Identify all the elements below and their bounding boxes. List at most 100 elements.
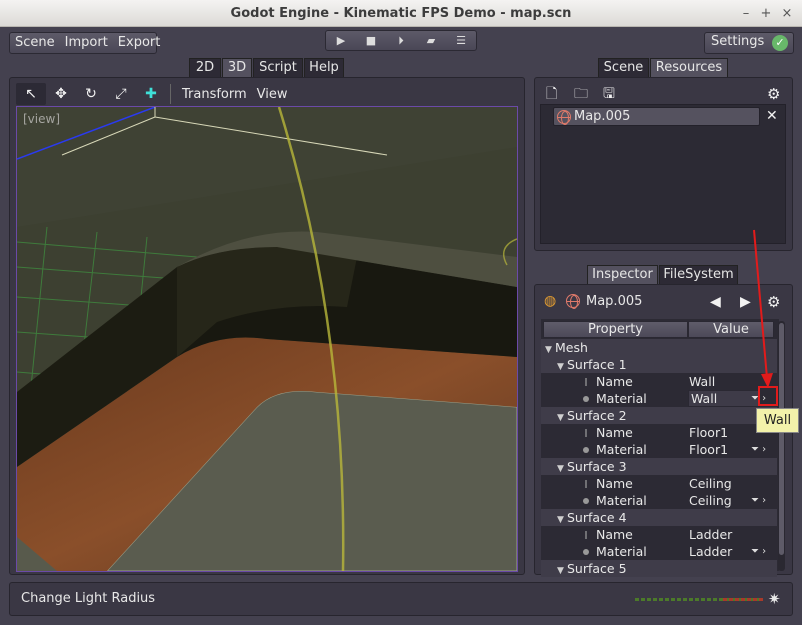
history-prev-icon[interactable]: ◀: [710, 294, 721, 310]
property-value[interactable]: Floor1: [689, 441, 728, 458]
tab-script[interactable]: Script: [253, 58, 303, 77]
menu-export[interactable]: Export: [113, 34, 166, 52]
transform-menu[interactable]: Transform: [177, 87, 252, 102]
menu-scene[interactable]: Scene: [10, 34, 60, 52]
mesh-object-icon: [566, 294, 580, 309]
row-label: Surface 3: [567, 459, 627, 474]
property-material-row[interactable]: Material Wall ⏷ ›: [541, 390, 777, 407]
property-label: Name: [596, 425, 633, 440]
property-label: Material: [596, 391, 647, 406]
property-label: Material: [596, 442, 647, 457]
gear-icon[interactable]: ⚙: [767, 86, 780, 102]
save-resource-icon[interactable]: 🖫: [603, 86, 615, 102]
section-row[interactable]: ▼ Surface 2: [541, 407, 777, 424]
move-tool-icon[interactable]: ✥: [46, 83, 76, 105]
status-text: Change Light Radius: [21, 591, 156, 606]
property-name-row[interactable]: I Name Floor1: [541, 424, 777, 441]
main-menu: Scene Import Export: [9, 32, 160, 54]
play-scene-icon[interactable]: ⏵: [386, 31, 416, 50]
property-label: Material: [596, 544, 647, 559]
close-window-button[interactable]: ×: [776, 0, 798, 27]
resource-bullet-icon: [583, 447, 589, 453]
tab-filesystem[interactable]: FileSystem: [659, 265, 738, 284]
row-label: Surface 2: [567, 408, 627, 423]
play-custom-icon[interactable]: ▰: [416, 31, 446, 50]
section-row[interactable]: ▼ Surface 5: [541, 560, 777, 577]
add-node-icon[interactable]: ✚: [136, 83, 166, 105]
remove-resource-icon[interactable]: ✕: [766, 108, 778, 124]
tab-3d[interactable]: 3D: [222, 58, 252, 77]
status-bar: Change Light Radius ✷: [9, 582, 793, 616]
row-label: Surface 4: [567, 510, 627, 525]
open-resource-icon[interactable]: 🗀: [574, 86, 588, 102]
property-value[interactable]: Ceiling: [689, 492, 732, 509]
property-value[interactable]: Ladder: [689, 543, 732, 560]
column-property: Property: [543, 321, 688, 338]
property-material-row[interactable]: Material Ceiling ⏷ ›: [541, 492, 777, 509]
inspector-object-name: Map.005: [586, 294, 643, 309]
section-row[interactable]: ▼ Surface 4: [541, 509, 777, 526]
3d-viewport[interactable]: [view]: [16, 106, 518, 572]
tooltip: Wall: [756, 408, 799, 433]
text-field-icon: I: [584, 478, 588, 491]
resource-item-label: Map.005: [574, 109, 631, 124]
view-menu[interactable]: View: [252, 87, 293, 102]
tab-inspector[interactable]: Inspector: [587, 265, 658, 284]
collapse-arrow-icon[interactable]: ▼: [557, 563, 567, 580]
resource-bullet-icon: [583, 396, 589, 402]
play-controls: ▶ ■ ⏵ ▰ ☰: [325, 30, 477, 51]
property-name-row[interactable]: I Name Ceiling: [541, 475, 777, 492]
material-value-field[interactable]: Wall: [688, 390, 760, 407]
window-title: Godot Engine - Kinematic FPS Demo - map.…: [230, 6, 572, 21]
property-value[interactable]: Floor1: [689, 424, 728, 441]
property-value[interactable]: Ceiling: [689, 475, 732, 492]
section-row[interactable]: ▼ Surface 3: [541, 458, 777, 475]
resource-bullet-icon: [583, 498, 589, 504]
resource-dropdown-icon[interactable]: ⏷ ›: [751, 492, 766, 509]
play-icon[interactable]: ▶: [326, 31, 356, 50]
property-value[interactable]: Ladder: [689, 526, 732, 543]
text-field-icon: I: [584, 376, 588, 389]
world-icon: ◍: [544, 293, 557, 309]
debug-options-icon[interactable]: ☰: [446, 31, 476, 50]
highlight-box: [758, 386, 778, 406]
minimize-button[interactable]: –: [735, 0, 757, 27]
property-value[interactable]: Wall: [689, 373, 715, 390]
viewport-label: [view]: [23, 112, 60, 126]
property-label: Name: [596, 527, 633, 542]
property-material-row[interactable]: Material Ladder ⏷ ›: [541, 543, 777, 560]
progress-meter: [635, 598, 763, 601]
tab-scene[interactable]: Scene: [598, 58, 649, 77]
select-tool-icon[interactable]: ↖: [16, 83, 46, 105]
property-label: Name: [596, 374, 633, 389]
row-label: Surface 5: [567, 561, 627, 576]
scale-tool-icon[interactable]: ⤢: [106, 83, 136, 105]
spinner-icon: ✷: [768, 590, 781, 608]
row-label: Mesh: [555, 340, 588, 355]
new-resource-icon[interactable]: 🗋: [546, 86, 557, 102]
tab-resources[interactable]: Resources: [650, 58, 728, 77]
menu-import[interactable]: Import: [60, 34, 113, 52]
viewport-toolbar: ↖ ✥ ↻ ⤢ ✚ Transform View: [16, 83, 293, 105]
settings-button[interactable]: Settings ✓: [704, 32, 794, 54]
resource-item[interactable]: Map.005: [553, 107, 760, 126]
resource-dropdown-icon[interactable]: ⏷ ›: [751, 441, 766, 458]
maximize-button[interactable]: +: [755, 0, 777, 27]
resource-dropdown-icon[interactable]: ⏷ ›: [751, 543, 766, 560]
stop-icon[interactable]: ■: [356, 31, 386, 50]
toolbar-separator: [170, 84, 171, 104]
tab-2d[interactable]: 2D: [189, 58, 221, 77]
property-name-row[interactable]: I Name Ladder: [541, 526, 777, 543]
property-label: Material: [596, 493, 647, 508]
text-field-icon: I: [584, 427, 588, 440]
mesh-resource-icon: [557, 110, 571, 125]
row-label: Surface 1: [567, 357, 627, 372]
settings-label: Settings: [711, 34, 765, 49]
text-field-icon: I: [584, 529, 588, 542]
scene-render: [17, 107, 517, 571]
annotation-arrow: [753, 229, 773, 388]
rotate-tool-icon[interactable]: ↻: [76, 83, 106, 105]
tab-help[interactable]: Help: [304, 58, 344, 77]
resource-bullet-icon: [583, 549, 589, 555]
property-material-row[interactable]: Material Floor1 ⏷ ›: [541, 441, 777, 458]
